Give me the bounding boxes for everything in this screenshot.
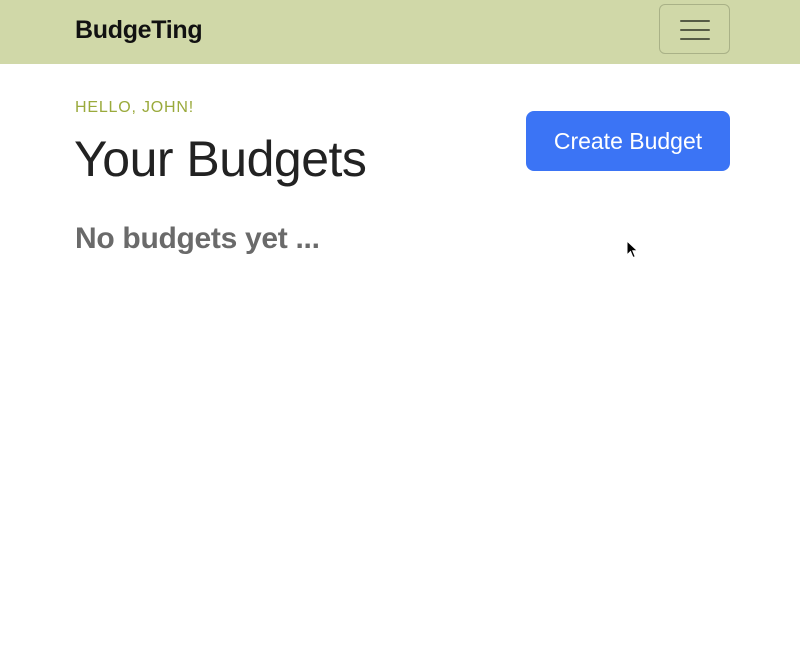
- mouse-pointer-icon: [626, 240, 639, 259]
- page-title: Your Budgets: [74, 131, 367, 187]
- menu-toggle-button[interactable]: [659, 4, 730, 54]
- empty-state-message: No budgets yet ...: [75, 222, 320, 255]
- greeting-text: HELLO, JOHN!: [75, 99, 194, 116]
- navbar: BudgeTing: [0, 0, 800, 64]
- brand-logo-text[interactable]: BudgeTing: [75, 14, 203, 46]
- create-budget-button[interactable]: Create Budget: [526, 111, 730, 171]
